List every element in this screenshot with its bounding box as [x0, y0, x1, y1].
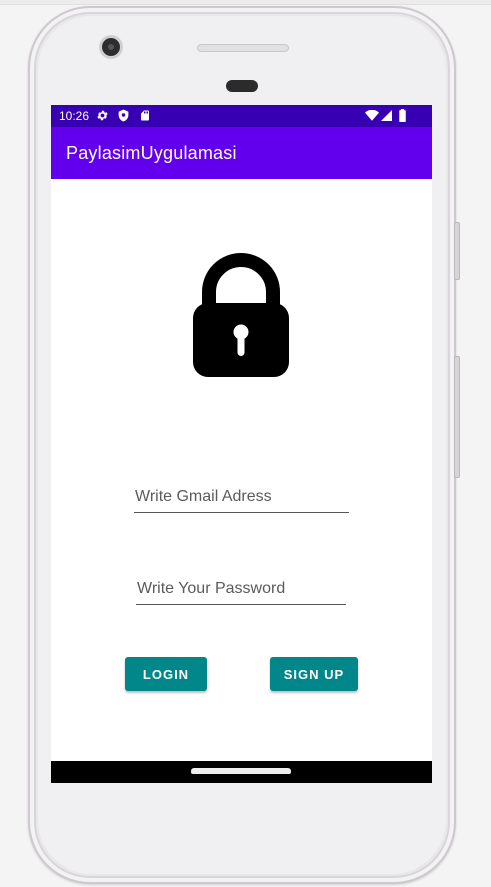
- lock-icon: [193, 253, 289, 377]
- volume-button: [454, 356, 460, 478]
- earpiece-speaker: [197, 44, 289, 52]
- app-screen: 10:26 PaylasimUygulamasi LOGIN SIGN UP: [51, 105, 432, 783]
- signup-button[interactable]: SIGN UP: [270, 657, 358, 691]
- app-title: PaylasimUygulamasi: [66, 143, 237, 163]
- proximity-sensor: [226, 80, 258, 92]
- shield-icon: [117, 109, 130, 125]
- gear-icon: [96, 109, 109, 125]
- power-button: [454, 222, 460, 280]
- window-top-border: [0, 0, 491, 5]
- battery-icon: [399, 109, 406, 125]
- app-bar: PaylasimUygulamasi: [51, 127, 432, 179]
- signal-icon: [381, 110, 392, 124]
- status-time: 10:26: [59, 109, 90, 123]
- password-field[interactable]: [136, 580, 346, 605]
- email-field[interactable]: [134, 488, 349, 513]
- sd-card-icon: [139, 109, 151, 125]
- front-camera: [102, 38, 120, 56]
- status-bar: 10:26: [51, 105, 432, 127]
- login-button[interactable]: LOGIN: [125, 657, 207, 691]
- wifi-icon: [365, 109, 379, 124]
- bottom-speaker: [191, 768, 291, 774]
